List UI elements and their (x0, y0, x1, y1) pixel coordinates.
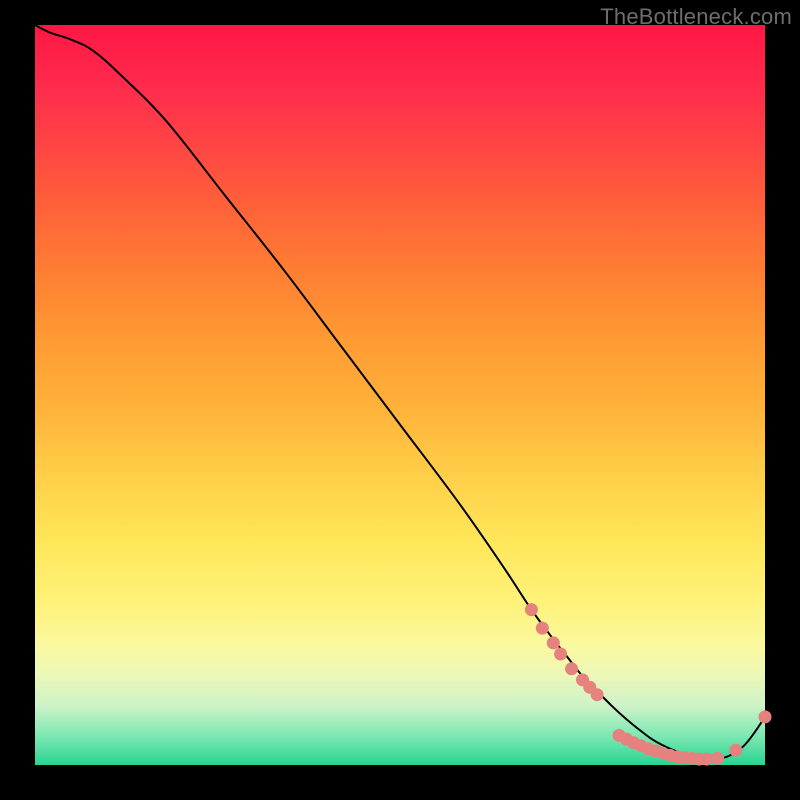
bottleneck-curve (35, 25, 765, 759)
curve-marker (711, 752, 724, 765)
curve-marker (759, 710, 772, 723)
curve-marker (729, 744, 742, 757)
marker-group (525, 603, 772, 765)
curve-marker (525, 603, 538, 616)
plot-svg (35, 25, 765, 765)
curve-marker (547, 636, 560, 649)
curve-marker (565, 662, 578, 675)
curve-marker (554, 648, 567, 661)
plot-area (35, 25, 765, 765)
chart-stage: TheBottleneck.com (0, 0, 800, 800)
curve-marker (591, 688, 604, 701)
curve-marker (536, 622, 549, 635)
